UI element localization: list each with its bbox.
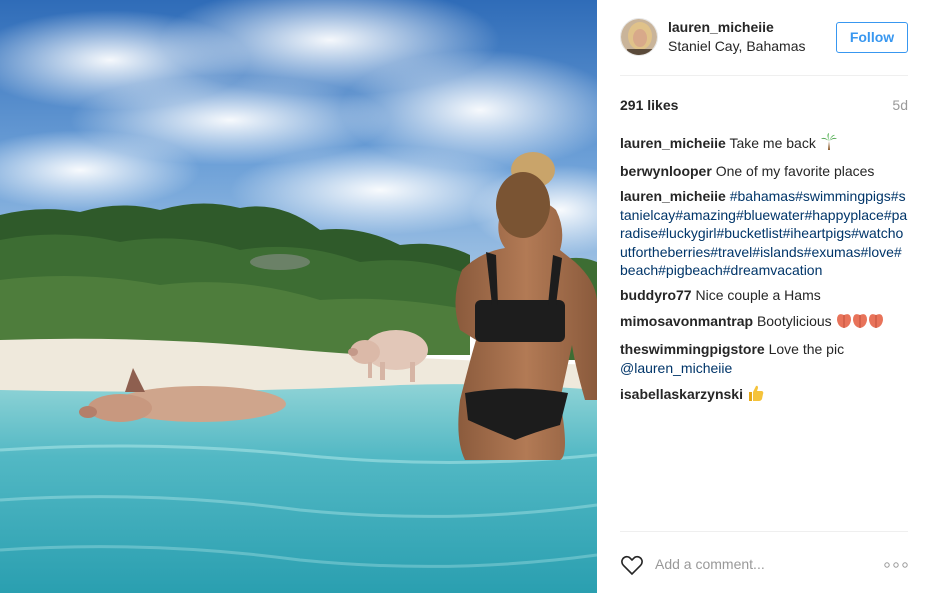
beach-pigs-photo <box>0 0 597 593</box>
heart-icon[interactable] <box>620 554 644 576</box>
thumbs-up-icon <box>747 384 765 407</box>
comment-text: Nice couple a Hams <box>695 287 821 303</box>
more-options-icon[interactable] <box>884 562 908 568</box>
likes-count[interactable]: 291 likes <box>620 97 678 113</box>
follow-button[interactable]: Follow <box>836 22 908 53</box>
comment-author[interactable]: lauren_micheiie <box>620 135 726 151</box>
add-comment-input[interactable]: Add a comment... <box>655 556 765 572</box>
comment: buddyro77 Nice couple a Hams <box>620 286 908 305</box>
three-peaches-icon <box>836 311 884 334</box>
comment: mimosavonmantrap Bootylicious <box>620 311 908 334</box>
post-author-username[interactable]: lauren_micheiie <box>668 19 774 35</box>
comment-text: Take me back <box>729 135 816 151</box>
comment: lauren_micheiie #bahamas#swimmingpigs#st… <box>620 187 908 280</box>
comment-text: One of my favorite places <box>715 163 875 179</box>
comment-author[interactable]: buddyro77 <box>620 287 692 303</box>
comments-list: lauren_micheiie Take me back berwynloope… <box>620 133 908 413</box>
comment-footer: Add a comment... <box>620 531 908 593</box>
comment-author[interactable]: lauren_micheiie <box>620 188 726 204</box>
avatar[interactable] <box>620 18 658 56</box>
post-age[interactable]: 5d <box>892 97 908 113</box>
post-photo[interactable] <box>0 0 597 593</box>
comment-text: Bootylicious <box>756 313 832 329</box>
comment: isabellaskarzynski <box>620 384 908 407</box>
post-details-panel: lauren_micheiie Staniel Cay, Bahamas Fol… <box>597 0 925 593</box>
comment-text: Love the pic <box>768 341 845 357</box>
post-header: lauren_micheiie Staniel Cay, Bahamas Fol… <box>620 18 908 76</box>
post-location[interactable]: Staniel Cay, Bahamas <box>668 38 805 54</box>
comment-mention[interactable]: @lauren_micheiie <box>620 360 732 376</box>
comment: theswimmingpigstore Love the pic @lauren… <box>620 340 908 377</box>
comment-author[interactable]: mimosavonmantrap <box>620 313 753 329</box>
comment: lauren_micheiie Take me back <box>620 133 908 156</box>
comment-author[interactable]: isabellaskarzynski <box>620 386 743 402</box>
comment: berwynlooper One of my favorite places <box>620 162 908 181</box>
palm-tree-icon <box>820 133 838 156</box>
comment-author[interactable]: berwynlooper <box>620 163 712 179</box>
comment-author[interactable]: theswimmingpigstore <box>620 341 765 357</box>
